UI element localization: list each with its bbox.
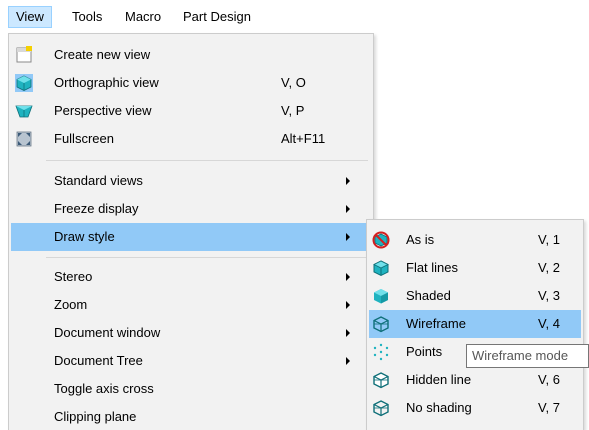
submenu-item-label: As is [406,232,435,247]
menu-item-orthographic-view[interactable]: Orthographic view V, O [11,69,371,97]
submenu-arrow-icon [346,273,350,281]
submenu-item-flat-lines[interactable]: Flat lines V, 2 [369,254,581,282]
menu-item-stereo[interactable]: Stereo [11,263,371,291]
shaded-icon [372,287,390,305]
perspective-cube-icon [15,102,33,120]
fullscreen-icon [15,130,33,148]
menu-item-label: Fullscreen [54,131,114,146]
wireframe-tooltip: Wireframe mode [466,344,589,368]
submenu-arrow-icon [346,233,350,241]
menu-item-toggle-axis-cross[interactable]: Toggle axis cross [11,375,371,403]
wireframe-icon [372,315,390,333]
menu-item-create-new-view[interactable]: Create new view [11,41,371,69]
menu-item-label: Zoom [54,297,88,312]
submenu-item-shortcut: V, 6 [538,372,560,387]
submenu-item-no-shading[interactable]: No shading V, 7 [369,394,581,422]
menu-part-design[interactable]: Part Design [176,6,258,28]
menu-item-shortcut: Alt+F11 [281,131,326,146]
menu-item-label: Freeze display [54,201,139,216]
view-menu: Create new view Orthographic view V, O P… [8,33,374,430]
menu-item-perspective-view[interactable]: Perspective view V, P [11,97,371,125]
as-is-icon [372,231,390,249]
menu-macro[interactable]: Macro [118,6,168,28]
submenu-arrow-icon [346,205,350,213]
menu-item-label: Orthographic view [54,75,159,90]
menu-item-standard-views[interactable]: Standard views [11,167,371,195]
menu-item-label: Clipping plane [54,409,137,424]
menu-item-freeze-display[interactable]: Freeze display [11,195,371,223]
no-shading-icon [372,399,390,417]
menu-item-document-window[interactable]: Document window [11,319,371,347]
submenu-arrow-icon [346,177,350,185]
menu-item-label: Stereo [54,269,93,284]
menu-item-label: Create new view [54,47,151,62]
menu-item-clipping-plane[interactable]: Clipping plane [11,403,371,430]
menu-item-shortcut: V, O [281,75,306,90]
menu-bar: View Tools Macro Part Design [0,0,589,32]
menu-item-label: Document window [54,325,161,340]
menu-item-label: Document Tree [54,353,143,368]
submenu-item-shortcut: V, 7 [538,400,560,415]
submenu-arrow-icon [346,329,350,337]
submenu-item-shortcut: V, 1 [538,232,560,247]
menu-item-fullscreen[interactable]: Fullscreen Alt+F11 [11,125,371,153]
menu-tools[interactable]: Tools [65,6,109,28]
menu-item-document-tree[interactable]: Document Tree [11,347,371,375]
menu-item-zoom[interactable]: Zoom [11,291,371,319]
draw-style-submenu: As is V, 1 Flat lines V, 2 Shaded V, 3 W… [366,219,584,430]
submenu-item-label: Shaded [406,288,451,303]
submenu-item-as-is[interactable]: As is V, 1 [369,226,581,254]
submenu-item-shortcut: V, 3 [538,288,560,303]
orthographic-cube-icon [15,74,33,92]
new-view-icon [15,46,33,64]
submenu-item-label: Flat lines [406,260,459,275]
flat-lines-icon [372,259,390,277]
menu-item-draw-style[interactable]: Draw style [11,223,371,251]
submenu-item-shortcut: V, 2 [538,260,560,275]
menu-view[interactable]: View [8,6,52,28]
submenu-item-label: Wireframe [406,316,466,331]
submenu-item-label: Points [406,344,443,359]
hidden-line-icon [372,371,390,389]
submenu-item-label: Hidden line [406,372,472,387]
menu-item-label: Standard views [54,173,143,188]
points-icon [372,343,390,361]
submenu-item-shortcut: V, 4 [538,316,560,331]
menu-item-label: Toggle axis cross [54,381,154,396]
submenu-item-hidden-line[interactable]: Hidden line V, 6 [369,366,581,394]
submenu-item-label: No shading [406,400,472,415]
menu-item-label: Draw style [54,229,115,244]
submenu-arrow-icon [346,301,350,309]
menu-item-shortcut: V, P [281,103,305,118]
menu-separator [46,257,368,258]
submenu-item-wireframe[interactable]: Wireframe V, 4 [369,310,581,338]
submenu-arrow-icon [346,357,350,365]
menu-item-label: Perspective view [54,103,152,118]
submenu-item-shaded[interactable]: Shaded V, 3 [369,282,581,310]
menu-separator [46,160,368,161]
